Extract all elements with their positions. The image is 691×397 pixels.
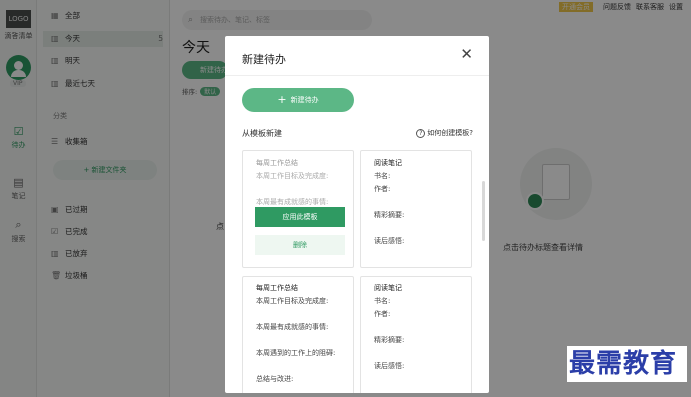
template-line: 书名: bbox=[374, 297, 391, 305]
template-line: 本周最有成就感的事情: bbox=[256, 323, 329, 331]
template-line: 作者: bbox=[374, 310, 391, 318]
close-icon[interactable]: ✕ bbox=[460, 47, 473, 62]
template-line: 本周遇到的工作上的阻碍: bbox=[256, 349, 336, 357]
template-line bbox=[361, 321, 471, 334]
template-line bbox=[361, 222, 471, 235]
template-line bbox=[361, 196, 471, 209]
template-line bbox=[243, 334, 353, 347]
template-line bbox=[243, 183, 353, 196]
template-card-reading[interactable]: 阅读笔记 书名: 作者: 精彩摘要: 读后感悟: bbox=[360, 150, 472, 268]
plus-icon: + bbox=[277, 93, 287, 106]
template-line: 每周工作总结 bbox=[256, 284, 298, 292]
template-card-reading-2[interactable]: 阅读笔记 书名: 作者: 精彩摘要: 读后感悟: bbox=[360, 276, 472, 393]
template-line: 书名: bbox=[374, 172, 391, 180]
template-heading: 从模板新建 bbox=[242, 129, 282, 138]
template-line: 本周工作目标及完成度: bbox=[256, 297, 329, 305]
template-line: 读后感悟: bbox=[374, 237, 405, 245]
template-line: 阅读笔记 bbox=[374, 159, 402, 167]
template-line bbox=[361, 347, 471, 360]
how-to-template-link[interactable]: ? 如何创建模板? bbox=[416, 128, 473, 138]
template-line bbox=[243, 308, 353, 321]
template-line: 作者: bbox=[374, 185, 391, 193]
template-line: 每周工作总结 bbox=[256, 159, 298, 167]
template-line: 总结与改进: bbox=[256, 375, 294, 383]
template-line: 本周工作目标及完成度: bbox=[256, 172, 329, 180]
how-link-text: 如何创建模板? bbox=[427, 129, 473, 137]
template-line: 读后感悟: bbox=[374, 362, 405, 370]
template-card-weekly[interactable]: 每周工作总结 本周工作目标及完成度: 本周最有成就感的事情: 应用此模板 删除 bbox=[242, 150, 354, 268]
delete-template-button[interactable]: 删除 bbox=[255, 235, 345, 255]
help-icon: ? bbox=[416, 129, 426, 138]
dialog-title: 新建待办 bbox=[242, 53, 286, 66]
watermark-logo: 最需教育 bbox=[567, 346, 687, 382]
template-line: 精彩摘要: bbox=[374, 336, 405, 344]
use-template-button[interactable]: 应用此模板 bbox=[255, 207, 345, 227]
divider bbox=[225, 75, 489, 76]
create-todo-button[interactable]: + 新建待办 bbox=[242, 88, 354, 112]
watermark-text: 最需教育 bbox=[569, 349, 678, 379]
template-line: 阅读笔记 bbox=[374, 284, 402, 292]
create-todo-label: 新建待办 bbox=[290, 96, 319, 104]
template-line: 精彩摘要: bbox=[374, 211, 405, 219]
template-card-weekly-2[interactable]: 每周工作总结 本周工作目标及完成度: 本周最有成就感的事情: 本周遇到的工作上的… bbox=[242, 276, 354, 393]
template-line bbox=[243, 360, 353, 373]
new-todo-dialog: 新建待办 ✕ + 新建待办 从模板新建 ? 如何创建模板? 每周工作总结 本周工作目… bbox=[225, 36, 489, 393]
dialog-scrollbar[interactable] bbox=[482, 181, 485, 241]
